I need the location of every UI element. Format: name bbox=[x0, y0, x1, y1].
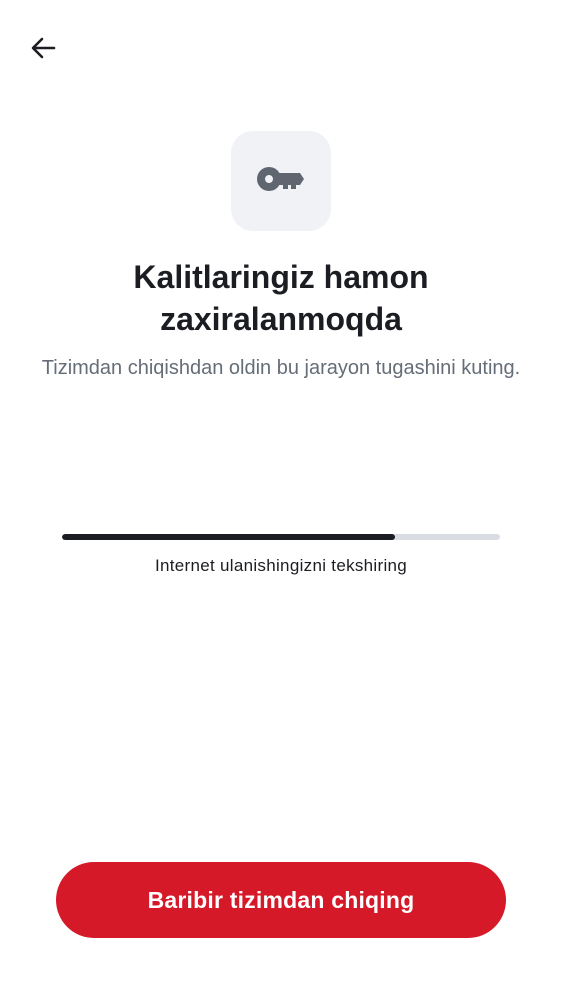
backup-progress-fill bbox=[62, 534, 395, 540]
connection-status-text: Internet ulanishingizni tekshiring bbox=[154, 556, 408, 575]
arrow-left-icon bbox=[29, 34, 57, 67]
backup-progress-bar bbox=[62, 534, 500, 540]
key-icon-tile bbox=[231, 131, 331, 231]
back-button[interactable] bbox=[24, 31, 62, 69]
signout-anyway-button[interactable]: Baribir tizimdan chiqing bbox=[56, 862, 506, 938]
page-subtitle: Tizimdan chiqishdan oldin bu jarayon tug… bbox=[41, 357, 521, 379]
key-icon bbox=[257, 164, 305, 199]
page-title: Kalitlaringiz hamon zaxiralanmoqda bbox=[133, 259, 429, 337]
